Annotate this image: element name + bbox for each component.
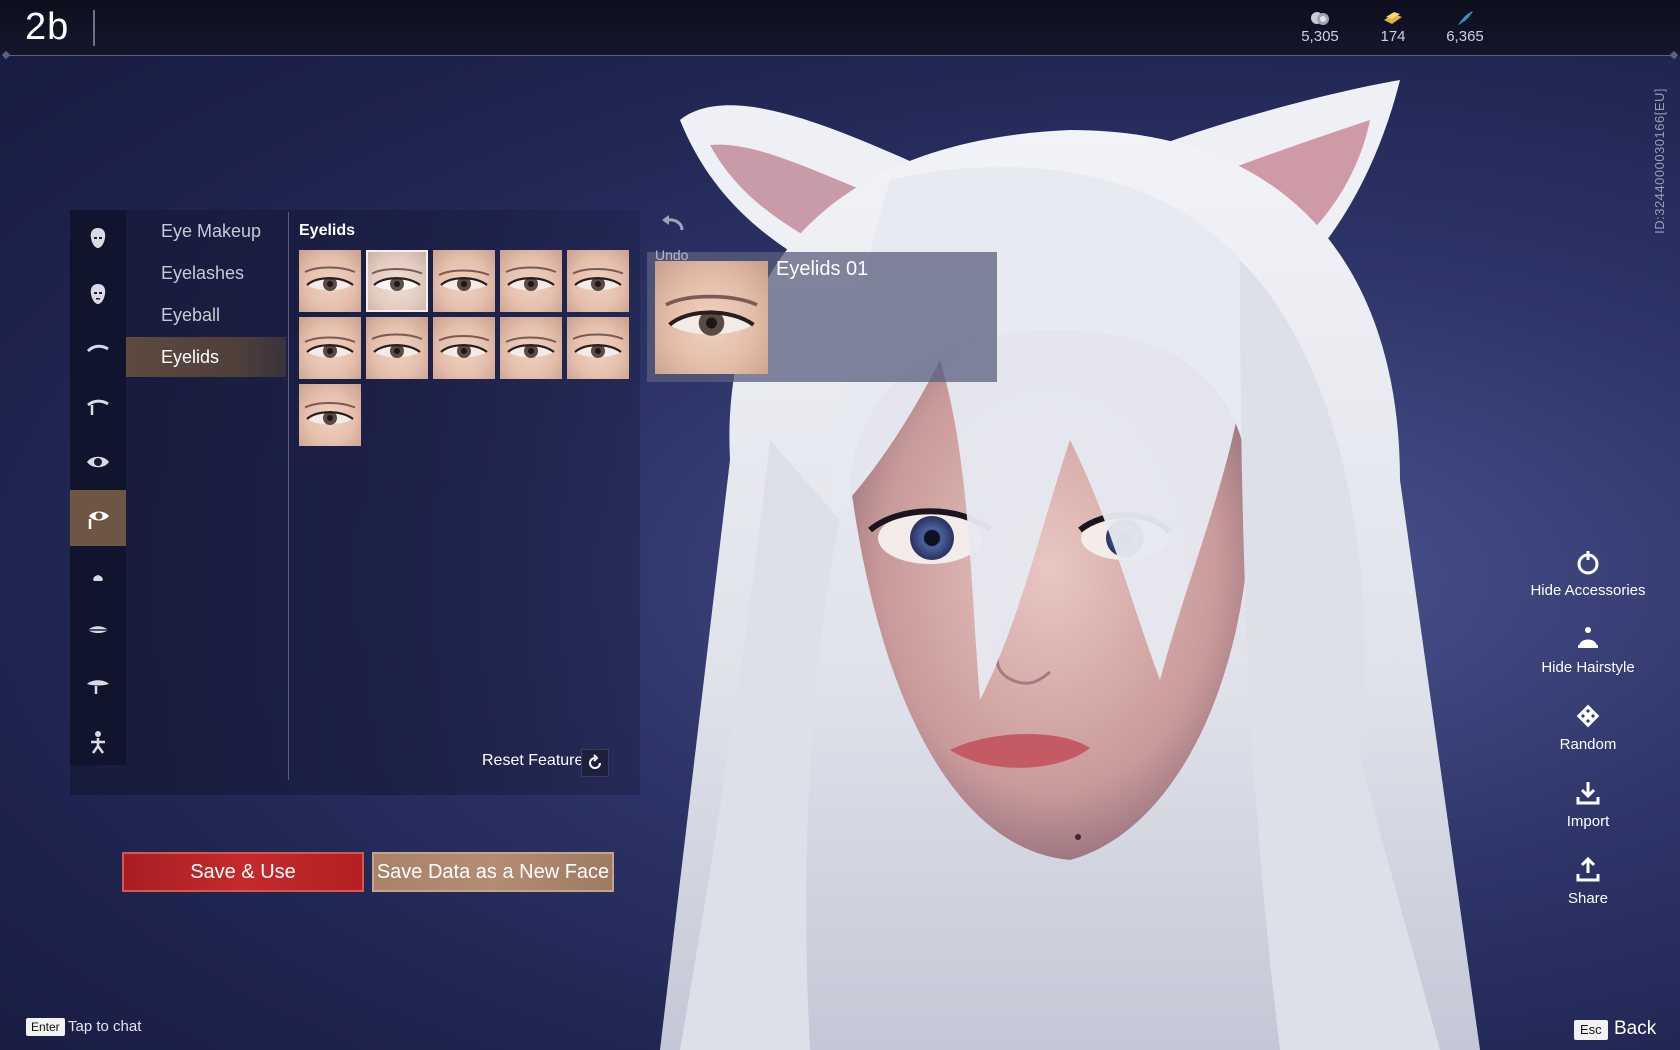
player-id: ID:3244000030166[EU]: [1652, 88, 1667, 234]
eyelid-thumb-icon: [304, 336, 356, 358]
hide-hairstyle-button[interactable]: Hide Hairstyle: [1520, 625, 1656, 676]
category-lips[interactable]: [70, 602, 126, 658]
category-brow-bone[interactable]: [70, 378, 126, 434]
grid-title: Eyelids: [299, 222, 356, 239]
share-button[interactable]: Share: [1520, 856, 1656, 907]
currency-gold: 174: [1363, 10, 1423, 45]
random-dice-icon: [1576, 704, 1600, 728]
import-icon: [1576, 782, 1600, 805]
eyelid-thumb-icon: [304, 402, 356, 425]
eye-makeup-icon: [88, 511, 109, 529]
category-face[interactable]: [70, 266, 126, 322]
eyelid-option-thumb[interactable]: [366, 250, 428, 312]
lips-icon: [88, 626, 108, 633]
category-mustache[interactable]: [70, 658, 126, 714]
subcategory-eyelashes[interactable]: Eyelashes: [126, 253, 286, 293]
currency-silver: 5,305: [1290, 10, 1350, 45]
eyelid-thumb-icon: [438, 269, 490, 291]
hide-accessories-button[interactable]: Hide Accessories: [1520, 548, 1656, 599]
category-eye-makeup[interactable]: [70, 490, 126, 546]
gold-ticket-icon: [1384, 12, 1402, 24]
currency-feather-value: 6,365: [1446, 28, 1484, 45]
subcategory-eyeball[interactable]: Eyeball: [126, 295, 286, 335]
random-button[interactable]: Random: [1520, 702, 1656, 753]
esc-key-hint[interactable]: Esc: [1574, 1020, 1608, 1040]
subcategory-eyelids[interactable]: Eyelids: [126, 337, 286, 377]
category-eyebrow[interactable]: [70, 322, 126, 378]
mustache-icon: [87, 680, 109, 694]
eyelid-option-thumb[interactable]: [299, 250, 361, 312]
currency-silver-value: 5,305: [1301, 28, 1339, 45]
category-body[interactable]: [70, 714, 126, 770]
brow-bone-icon: [87, 399, 109, 415]
eyelid-option-thumb[interactable]: [567, 317, 629, 379]
nose-icon: [93, 565, 103, 581]
eyelid-thumb-icon: [304, 266, 356, 291]
eyelid-option-thumb[interactable]: [500, 250, 562, 312]
top-bar-divider: [6, 55, 1674, 56]
undo-icon[interactable]: [656, 212, 690, 236]
share-label: Share: [1567, 890, 1609, 907]
panel-divider: [288, 212, 289, 780]
title-separator: [93, 10, 95, 46]
eyelid-option-thumb[interactable]: [299, 384, 361, 446]
eyelid-thumb-icon: [371, 268, 423, 291]
eyelid-option-thumb[interactable]: [500, 317, 562, 379]
import-button[interactable]: Import: [1520, 779, 1656, 830]
eyelid-option-thumb[interactable]: [433, 317, 495, 379]
silver-coin-icon: [1311, 12, 1329, 25]
hide-hairstyle-label: Hide Hairstyle: [1541, 659, 1635, 676]
eyelid-thumb-icon: [572, 333, 624, 358]
eyelid-thumb-icon: [438, 335, 490, 358]
eyelid-thumb-icon: [505, 336, 557, 358]
eyelid-thumb-icon: [371, 333, 423, 358]
top-bar: [0, 0, 1680, 56]
random-label: Random: [1559, 736, 1617, 753]
enter-key-hint: Enter: [26, 1018, 65, 1036]
reset-icon: [589, 754, 601, 769]
currency-gold-value: 174: [1380, 28, 1406, 45]
eyebrow-icon: [86, 344, 109, 353]
chat-hint[interactable]: Tap to chat: [68, 1018, 141, 1035]
back-button[interactable]: Back: [1614, 1018, 1656, 1040]
eyelid-preview-icon: [665, 294, 758, 336]
face-shape-icon: [90, 284, 106, 304]
reset-feature-button[interactable]: [581, 749, 609, 777]
hide-accessories-icon: [1577, 551, 1599, 575]
share-icon: [1576, 856, 1600, 882]
save-and-use-button[interactable]: Save & Use: [122, 852, 364, 892]
head-shape-icon: [90, 228, 106, 248]
save-new-face-button[interactable]: Save Data as a New Face: [372, 852, 614, 892]
eyelid-thumb-icon: [572, 268, 624, 291]
category-head[interactable]: [70, 210, 126, 266]
hide-accessories-label: Hide Accessories: [1530, 582, 1646, 599]
eyelid-option-thumb[interactable]: [567, 250, 629, 312]
selected-option-image: [655, 261, 768, 374]
currency-feather: 6,365: [1435, 10, 1495, 45]
body-icon: [91, 731, 105, 754]
character-name: 2b: [25, 6, 70, 48]
category-icon-column: [70, 210, 126, 765]
hide-hairstyle-icon: [1578, 627, 1598, 648]
eyelid-thumb-icon: [505, 266, 557, 291]
category-eye[interactable]: [70, 434, 126, 490]
eyelid-option-thumb[interactable]: [366, 317, 428, 379]
eye-icon: [87, 456, 109, 468]
selected-option-name: Eyelids 01: [776, 258, 869, 280]
subcategory-eye-makeup[interactable]: Eye Makeup: [126, 211, 286, 251]
reset-feature-label[interactable]: Reset Feature: [482, 752, 583, 770]
eyelid-option-thumb[interactable]: [433, 250, 495, 312]
category-nose[interactable]: [70, 546, 126, 602]
eyelid-option-thumb[interactable]: [299, 317, 361, 379]
feather-crystal-icon: [1458, 11, 1473, 25]
character-portrait[interactable]: [640, 60, 1640, 1050]
import-label: Import: [1566, 813, 1610, 830]
